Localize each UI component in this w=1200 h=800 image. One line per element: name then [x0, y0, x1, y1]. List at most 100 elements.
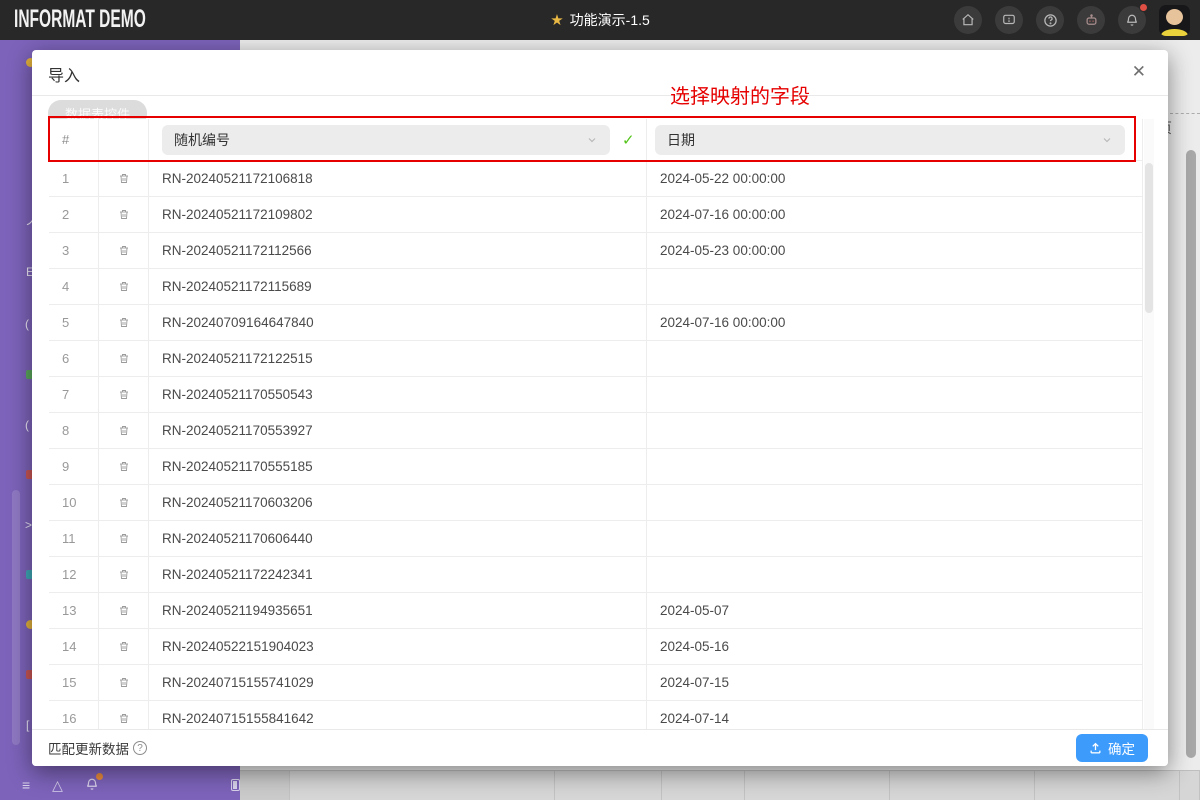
- sidebar-item-icon: (: [25, 418, 29, 432]
- trash-icon[interactable]: [118, 640, 130, 653]
- row-delete-cell: [99, 413, 149, 448]
- row-delete-cell: [99, 197, 149, 232]
- row-date-cell: 2024-05-16: [647, 629, 1143, 664]
- chevron-down-icon: [586, 134, 598, 146]
- trash-icon[interactable]: [118, 388, 130, 401]
- delete-column-header: [99, 119, 149, 160]
- trash-icon[interactable]: [118, 568, 130, 581]
- trash-icon[interactable]: [118, 532, 130, 545]
- trash-icon[interactable]: [118, 460, 130, 473]
- row-code-cell: RN-20240709164647840: [149, 305, 647, 340]
- row-code-cell: RN-20240521172106818: [149, 161, 647, 196]
- row-date-cell: [647, 449, 1143, 484]
- notification-badge: [96, 773, 103, 780]
- row-code-cell: RN-20240521170550543: [149, 377, 647, 412]
- home-button[interactable]: [954, 6, 982, 34]
- trash-icon[interactable]: [118, 496, 130, 509]
- star-icon: ★: [550, 11, 563, 29]
- index-header: #: [49, 119, 99, 160]
- notifications-button[interactable]: [1118, 6, 1146, 34]
- row-delete-cell: [99, 305, 149, 340]
- row-code-cell: RN-20240715155741029: [149, 665, 647, 700]
- row-delete-cell: [99, 161, 149, 196]
- close-icon[interactable]: ✕: [1132, 62, 1146, 82]
- table-header-row: # 随机编号 ✓ 日期: [49, 119, 1143, 161]
- trash-icon[interactable]: [118, 676, 130, 689]
- mapping-table: # 随机编号 ✓ 日期: [49, 119, 1143, 729]
- match-update-label: 匹配更新数据: [48, 738, 129, 758]
- table-row: 7 RN-20240521170550543: [49, 377, 1143, 413]
- app-stage: 页 ノ E ( ( > [ ≡ △: [0, 0, 1200, 800]
- collapse-panel-icon[interactable]: [231, 779, 240, 791]
- trash-icon[interactable]: [118, 208, 130, 221]
- table-row: 11 RN-20240521170606440: [49, 521, 1143, 557]
- menu-lines-icon[interactable]: ≡: [22, 778, 30, 792]
- underlay-cell: [745, 771, 890, 800]
- confirm-button[interactable]: 确定: [1076, 734, 1148, 762]
- bell-icon[interactable]: [85, 777, 99, 794]
- modal-scrollbar-track[interactable]: [1144, 119, 1154, 729]
- user-avatar[interactable]: [1159, 5, 1190, 36]
- row-number: 13: [49, 593, 99, 628]
- row-code-cell: RN-20240521172109802: [149, 197, 647, 232]
- trash-icon[interactable]: [118, 172, 130, 185]
- row-code-cell: RN-20240521172115689: [149, 269, 647, 304]
- row-date-cell: [647, 521, 1143, 556]
- row-date-cell: [647, 485, 1143, 520]
- row-number: 12: [49, 557, 99, 592]
- underlay-cell: [1180, 771, 1200, 800]
- field-select-1[interactable]: 随机编号: [162, 125, 610, 155]
- modal-scrollbar-thumb[interactable]: [1145, 163, 1153, 313]
- trash-icon[interactable]: [118, 316, 130, 329]
- underlay-dashed-line: [1170, 113, 1200, 114]
- row-code-cell: RN-20240521172112566: [149, 233, 647, 268]
- field-select-2[interactable]: 日期: [655, 125, 1125, 155]
- underlay-cell: [1035, 771, 1180, 800]
- feedback-icon: [1002, 13, 1016, 27]
- trash-icon[interactable]: [118, 604, 130, 617]
- sidebar-item-icon: >: [25, 518, 32, 532]
- row-delete-cell: [99, 665, 149, 700]
- match-update-option[interactable]: 匹配更新数据 ?: [48, 738, 147, 758]
- page-scrollbar[interactable]: [1186, 150, 1196, 758]
- help-circle-icon[interactable]: ?: [133, 741, 147, 755]
- bell-icon: [1125, 13, 1139, 28]
- assistant-button[interactable]: [1077, 6, 1105, 34]
- trash-icon[interactable]: [118, 280, 130, 293]
- modal-footer: 匹配更新数据 ? 确定: [32, 729, 1168, 766]
- row-code-cell: RN-20240715155841642: [149, 701, 647, 729]
- underlay-cell: [662, 771, 745, 800]
- help-button[interactable]: [1036, 6, 1064, 34]
- table-row: 15 RN-20240715155741029 2024-07-15: [49, 665, 1143, 701]
- help-icon: [1043, 13, 1058, 28]
- table-body: 1 RN-20240521172106818 2024-05-22 00:00:…: [49, 161, 1143, 729]
- table-row: 6 RN-20240521172122515: [49, 341, 1143, 377]
- topbar: INFORMAT DEMO ★ 功能演示-1.5: [0, 0, 1200, 40]
- row-delete-cell: [99, 233, 149, 268]
- row-number: 2: [49, 197, 99, 232]
- row-delete-cell: [99, 341, 149, 376]
- row-number: 14: [49, 629, 99, 664]
- row-date-cell: 2024-07-16 00:00:00: [647, 305, 1143, 340]
- row-number: 6: [49, 341, 99, 376]
- table-row: 8 RN-20240521170553927: [49, 413, 1143, 449]
- trash-icon[interactable]: [118, 352, 130, 365]
- underlay-cell: [290, 771, 555, 800]
- field-mapping-cell-1: 随机编号 ✓: [149, 119, 647, 160]
- row-number: 4: [49, 269, 99, 304]
- modal-header-divider: [32, 95, 1168, 96]
- sidebar-scrollbar[interactable]: [12, 490, 20, 745]
- row-delete-cell: [99, 701, 149, 729]
- trash-icon[interactable]: [118, 712, 130, 725]
- row-date-cell: 2024-05-22 00:00:00: [647, 161, 1143, 196]
- trash-icon[interactable]: [118, 244, 130, 257]
- triangle-icon[interactable]: △: [52, 778, 63, 792]
- row-code-cell: RN-20240521172242341: [149, 557, 647, 592]
- workspace-title-text[interactable]: 功能演示-1.5: [570, 10, 650, 30]
- trash-icon[interactable]: [118, 424, 130, 437]
- topbar-actions: [954, 0, 1190, 40]
- feedback-button[interactable]: [995, 6, 1023, 34]
- underlay-table-cells: [240, 770, 1200, 800]
- table-row: 13 RN-20240521194935651 2024-05-07: [49, 593, 1143, 629]
- row-date-cell: 2024-07-14: [647, 701, 1143, 729]
